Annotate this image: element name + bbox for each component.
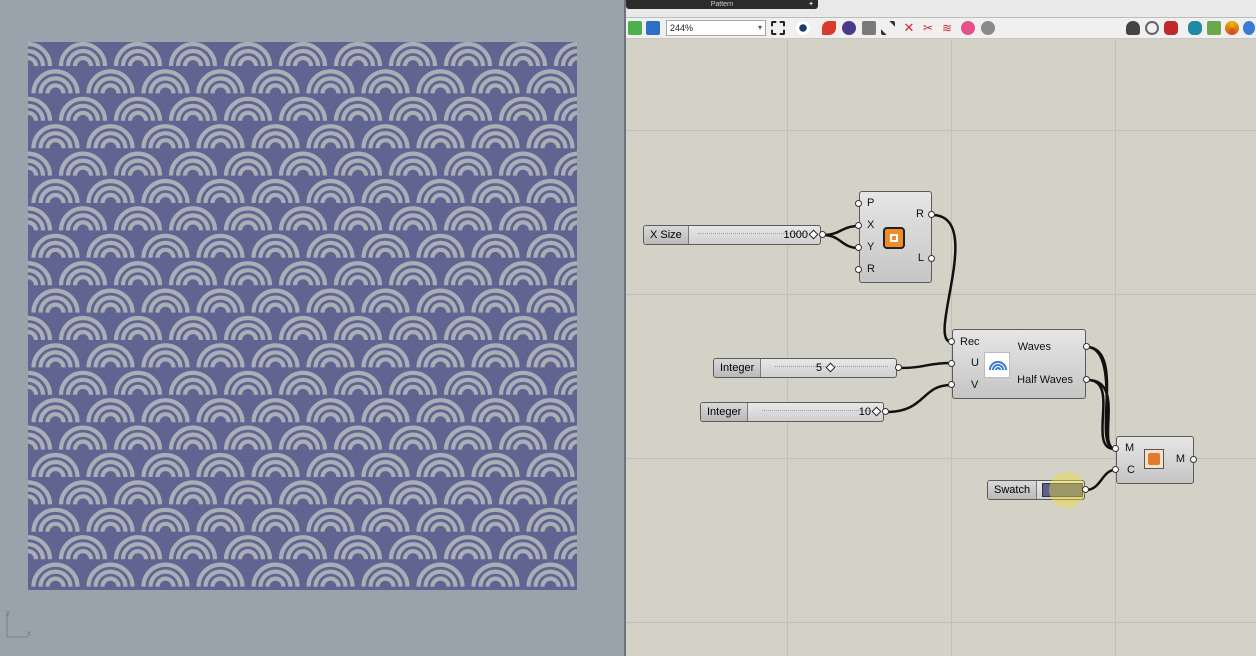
zoom-dropdown[interactable]: 244% ▾ xyxy=(666,20,766,36)
input-port[interactable] xyxy=(1112,445,1119,452)
input-label-x: X xyxy=(867,219,875,231)
globe-icon[interactable] xyxy=(1243,21,1255,35)
preview-eye-icon[interactable] xyxy=(796,21,810,35)
document-tab[interactable]: Pattern ✦ xyxy=(626,0,818,9)
grid-line xyxy=(626,130,1256,131)
disable-icon[interactable]: ✕ xyxy=(902,21,916,35)
integer-u-label: Integer xyxy=(714,359,762,377)
input-port[interactable] xyxy=(948,360,955,367)
integer-v-slider[interactable]: Integer 10 xyxy=(700,402,884,422)
output-label-l: L xyxy=(917,252,924,264)
input-port[interactable] xyxy=(948,338,955,345)
input-label-y: Y xyxy=(867,241,875,253)
cluster-icon[interactable]: ✂ xyxy=(921,21,935,35)
zoom-extents-icon[interactable] xyxy=(771,21,785,35)
bake-icon[interactable] xyxy=(842,21,856,35)
integer-v-label: Integer xyxy=(701,403,749,421)
output-port[interactable] xyxy=(928,211,935,218)
custom-preview-icon xyxy=(1144,449,1164,469)
input-port[interactable] xyxy=(1112,466,1119,473)
chevron-down-icon: ▾ xyxy=(757,23,762,32)
canvas-icon[interactable] xyxy=(862,21,876,35)
input-port[interactable] xyxy=(948,381,955,388)
seigaiha-pattern-canvas xyxy=(28,42,577,590)
output-port[interactable] xyxy=(1083,343,1090,350)
output-label-r: R xyxy=(916,208,924,220)
output-label-half-waves: Half Waves xyxy=(1017,374,1073,386)
output-port[interactable] xyxy=(1190,456,1197,463)
output-port[interactable] xyxy=(895,364,902,371)
grid-line xyxy=(787,40,788,656)
integer-u-value: 5 xyxy=(815,362,822,374)
grid-line xyxy=(1115,40,1116,656)
x-size-slider[interactable]: X Size 1000 xyxy=(643,225,821,245)
save-icon[interactable] xyxy=(646,21,660,35)
x-size-label: X Size xyxy=(644,226,689,244)
world-axis-indicator: y x xyxy=(4,608,34,640)
rhino-viewport[interactable]: y x xyxy=(0,0,624,656)
integer-u-slider[interactable]: Integer 5 xyxy=(713,358,897,378)
material-icon[interactable] xyxy=(1188,21,1202,35)
grid-line xyxy=(626,622,1256,623)
output-port[interactable] xyxy=(928,255,935,262)
grid-line xyxy=(626,294,1256,295)
color-icon[interactable] xyxy=(1207,21,1221,35)
rectangle-icon xyxy=(883,227,905,249)
output-port[interactable] xyxy=(819,231,826,238)
output-label-m: M xyxy=(1175,453,1185,465)
output-label-waves: Waves xyxy=(1017,341,1051,353)
input-label-u: U xyxy=(971,357,979,369)
sphere-icon[interactable] xyxy=(961,21,975,35)
input-label-m: M xyxy=(1125,442,1135,454)
input-port[interactable] xyxy=(855,222,862,229)
zoom-value: 244% xyxy=(670,23,694,33)
output-port[interactable] xyxy=(1083,376,1090,383)
title-bar: Pattern ✦ xyxy=(626,0,1256,18)
shaded-icon[interactable] xyxy=(1164,21,1178,35)
x-size-value: 1000 xyxy=(783,229,808,241)
light-icon[interactable] xyxy=(1225,21,1239,35)
canvas-toolbar: 244% ▾ ✕ ✂ ≋ xyxy=(626,18,1256,39)
split-icon[interactable]: ≋ xyxy=(940,21,954,35)
grasshopper-canvas[interactable] xyxy=(626,40,1256,656)
axis-x-label: x xyxy=(27,629,31,638)
pin-icon[interactable]: ✦ xyxy=(808,0,814,9)
input-port[interactable] xyxy=(855,244,862,251)
integer-v-value: 10 xyxy=(858,406,871,418)
cursor-highlight xyxy=(1049,472,1085,508)
waves-component[interactable]: Rec U V Waves Half Waves xyxy=(952,329,1086,399)
input-label-v: V xyxy=(971,379,979,391)
swatch-label: Swatch xyxy=(988,481,1038,499)
input-label-c: C xyxy=(1127,464,1135,476)
open-file-icon[interactable] xyxy=(628,21,642,35)
input-label-p: P xyxy=(867,197,875,209)
shade-icon[interactable] xyxy=(1126,21,1140,35)
waves-icon xyxy=(984,352,1010,378)
grasshopper-window: Pattern ✦ 244% ▾ ✕ ✂ ≋ X Size 1000 P X Y… xyxy=(626,0,1256,656)
wire-icon[interactable] xyxy=(881,21,895,35)
output-port[interactable] xyxy=(1082,486,1089,493)
input-port[interactable] xyxy=(855,266,862,273)
document-title: Pattern xyxy=(710,1,734,8)
input-port[interactable] xyxy=(855,200,862,207)
gear-icon[interactable] xyxy=(981,21,995,35)
rectangle-component[interactable]: P X Y R R L xyxy=(859,191,932,283)
custom-preview-component[interactable]: M C M xyxy=(1116,436,1194,484)
wire-display-icon[interactable] xyxy=(1145,21,1159,35)
output-port[interactable] xyxy=(882,408,889,415)
paint-icon[interactable] xyxy=(822,21,836,35)
axis-y-label: y xyxy=(6,608,10,617)
input-label-rec: Rec xyxy=(960,336,980,348)
input-label-r: R xyxy=(867,263,875,275)
